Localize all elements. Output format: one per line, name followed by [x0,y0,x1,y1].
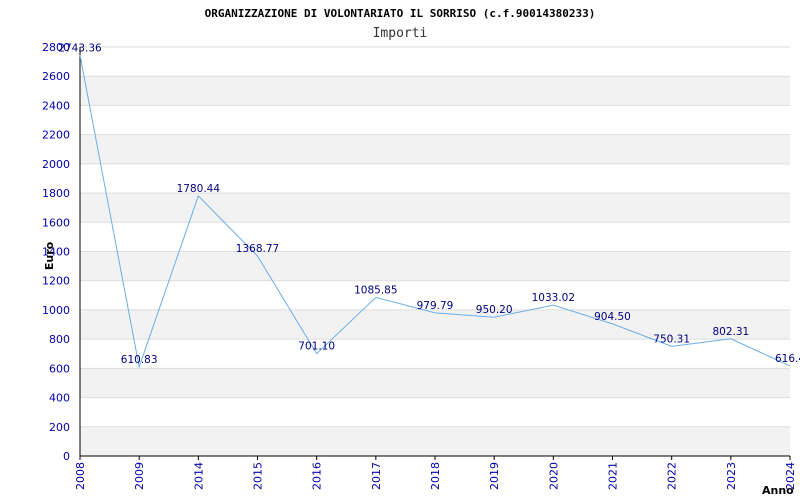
grid-band [80,251,790,281]
data-label: 616.4 [775,353,800,365]
grid-band [80,105,790,135]
x-tick-label: 2015 [252,462,265,490]
x-tick-label: 2018 [429,462,442,490]
y-tick-label: 1800 [42,187,70,200]
y-tick-label: 2400 [42,99,70,112]
grid-band [80,193,790,223]
grid-band [80,76,790,106]
x-tick-label: 2021 [607,462,620,490]
grid-band [80,222,790,252]
line-chart: ORGANIZZAZIONE DI VOLONTARIATO IL SORRIS… [42,7,800,497]
data-label: 904.50 [594,311,631,323]
grid-band [80,47,790,77]
data-label: 750.31 [653,333,690,345]
data-label: 979.79 [417,300,454,312]
y-tick-label: 2200 [42,129,70,142]
x-tick-label: 2017 [370,462,383,490]
grid-bands [80,46,790,457]
x-axis-ticks: 2008 2009 2014 2015 2016 2017 2018 2019 2020 2021… [74,456,797,490]
y-axis-label: Euro [43,241,56,270]
data-label: 1033.02 [532,292,575,304]
data-label: 1085.85 [354,284,397,296]
grid-band [80,134,790,164]
y-tick-label: 2600 [42,70,70,83]
grid-band [80,397,790,427]
x-tick-label: 2014 [192,462,205,490]
y-tick-label: 0 [63,450,70,463]
data-label: 1780.44 [177,183,221,195]
data-label: 2743.36 [58,42,102,54]
x-axis-label: Anno [762,484,794,497]
y-tick-label: 1000 [42,304,70,317]
y-tick-label: 800 [49,333,70,346]
x-tick-label: 2009 [133,462,146,490]
x-tick-label: 2022 [666,462,679,490]
x-tick-label: 2023 [725,462,738,490]
grid-band [80,368,790,398]
data-label: 1368.77 [236,243,279,255]
chart-subtitle: Importi [373,26,428,41]
data-label: 701.10 [298,341,335,353]
chart-title: ORGANIZZAZIONE DI VOLONTARIATO IL SORRIS… [205,7,596,20]
y-tick-label: 200 [49,421,70,434]
grid-band [80,426,790,456]
x-tick-label: 2019 [488,462,501,490]
data-label: 950.20 [476,304,513,316]
y-tick-label: 1600 [42,216,70,229]
x-tick-label: 2008 [74,462,87,490]
x-tick-label: 2020 [547,462,560,490]
y-tick-label: 2000 [42,158,70,171]
data-label: 802.31 [712,326,749,338]
y-tick-label: 1200 [42,275,70,288]
data-label: 610.83 [121,354,158,366]
x-tick-label: 2016 [311,462,324,490]
y-tick-label: 400 [49,392,70,405]
y-tick-label: 600 [49,362,70,375]
